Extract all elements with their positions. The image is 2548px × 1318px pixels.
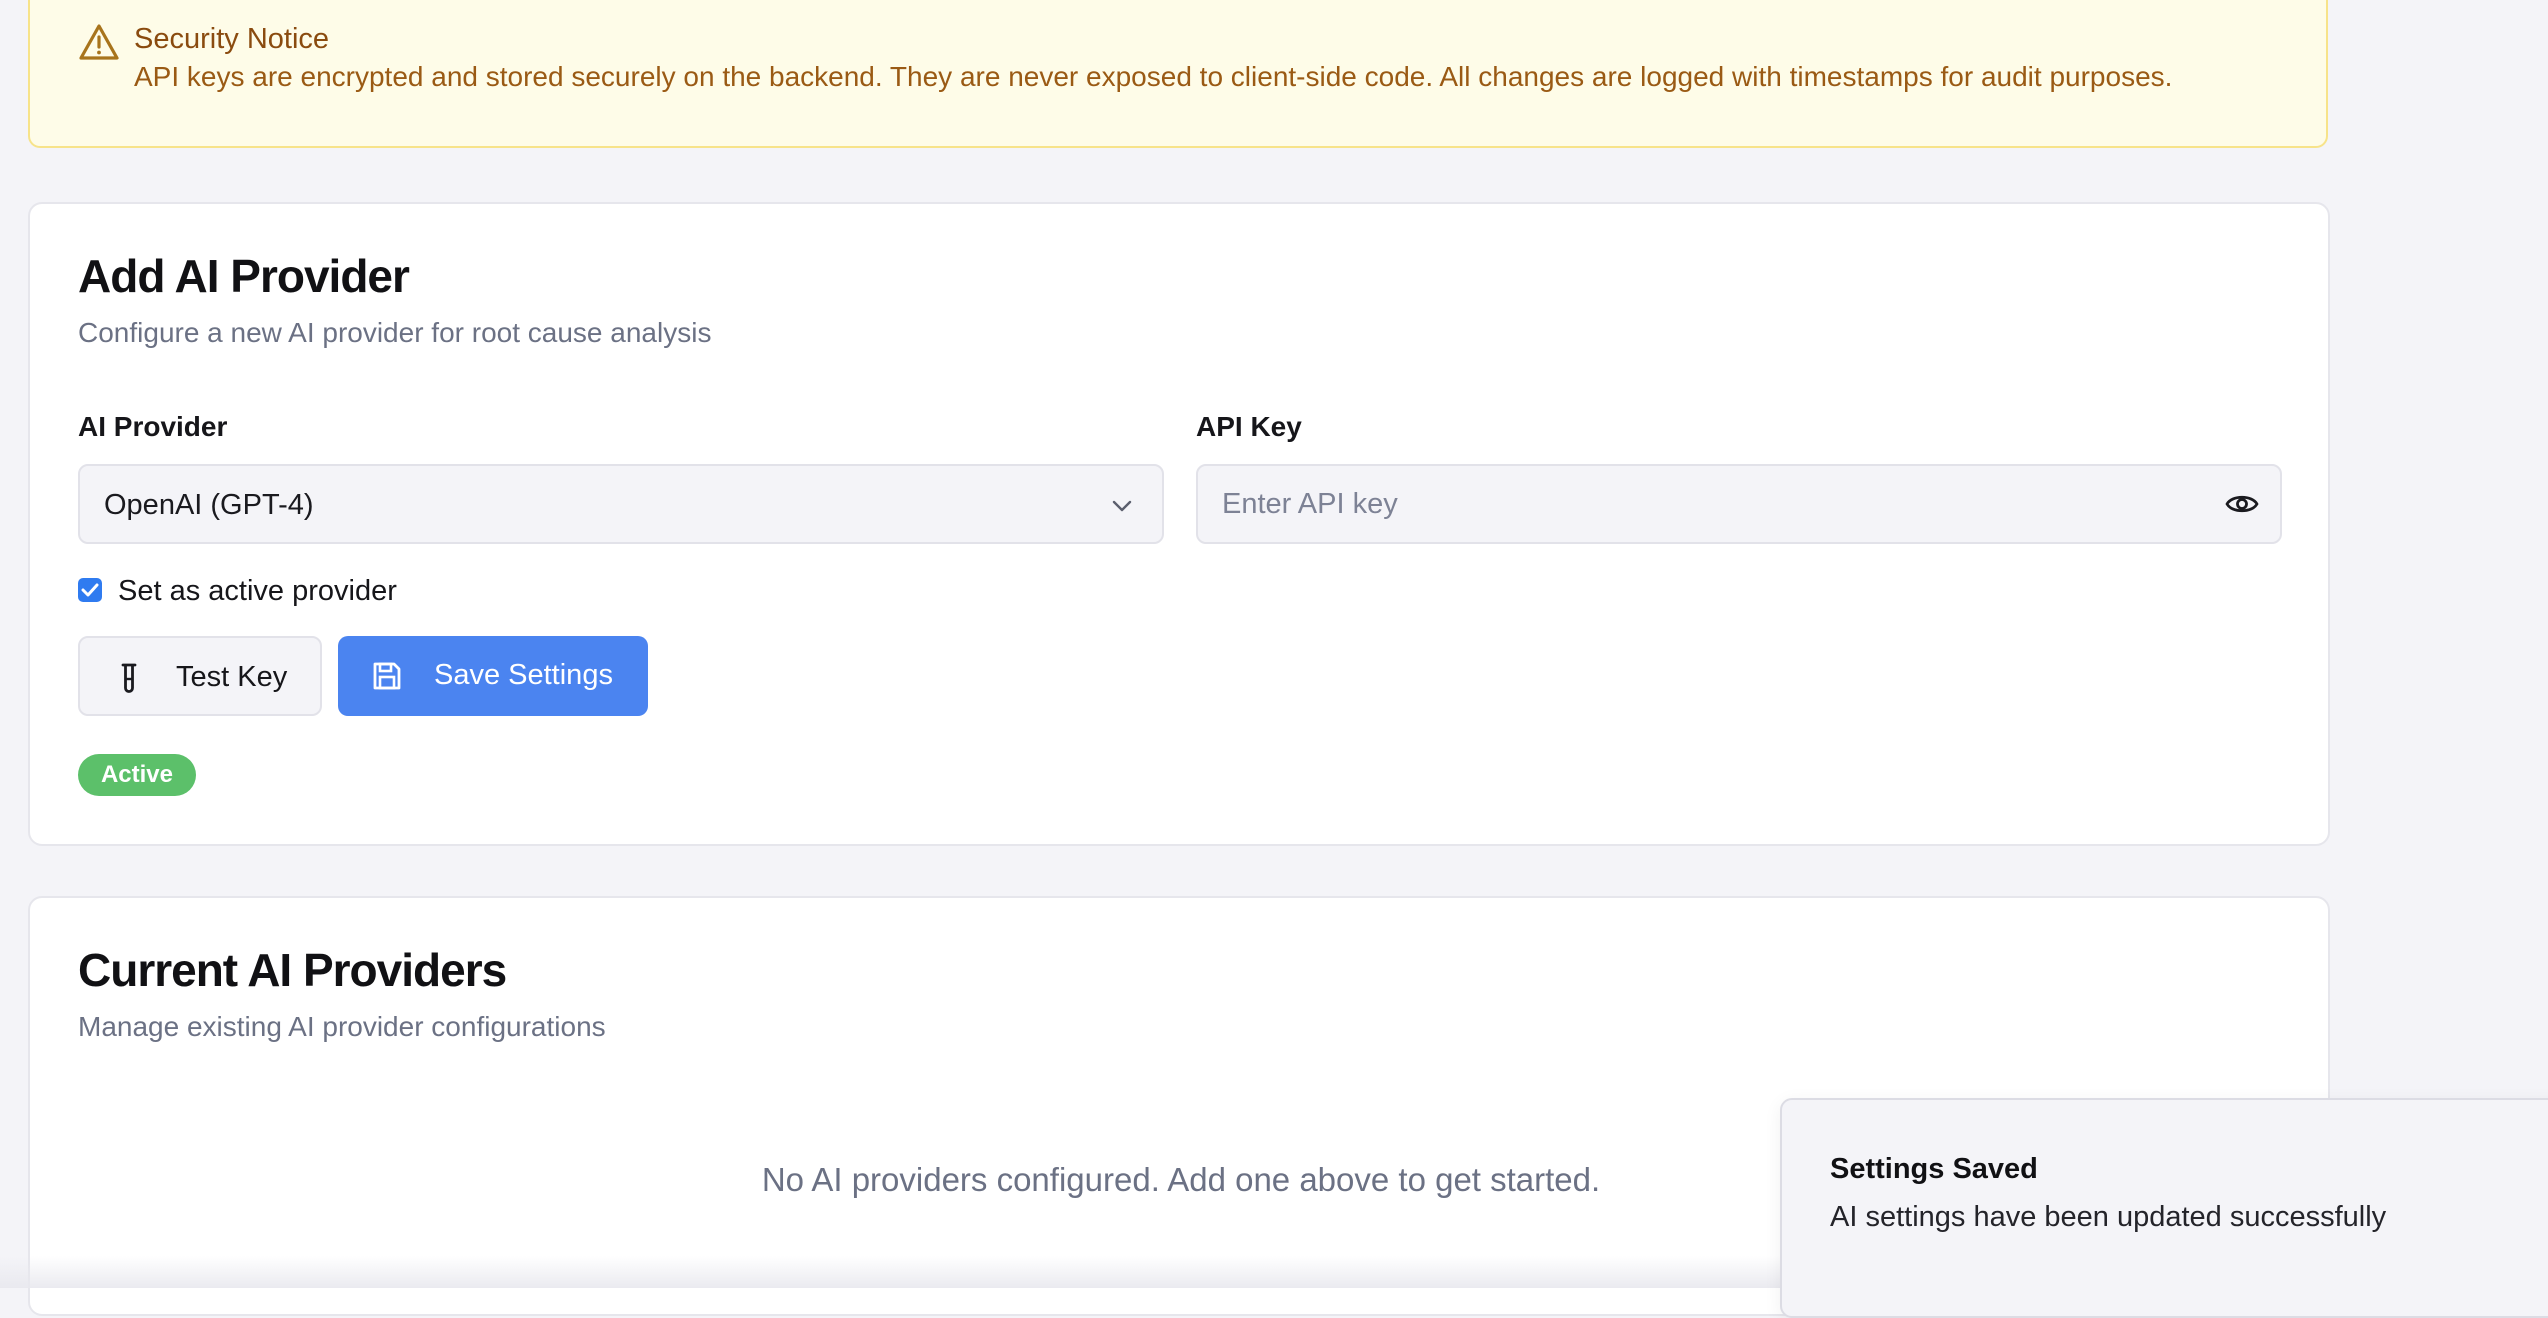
- status-badge: Active: [78, 754, 196, 796]
- api-key-label: API Key: [1196, 411, 1302, 442]
- bottom-shadow: [0, 1256, 1780, 1288]
- add-provider-subtitle: Configure a new AI provider for root cau…: [78, 317, 712, 348]
- api-key-field: [1196, 464, 2282, 544]
- add-provider-card: Add AI Provider Configure a new AI provi…: [28, 202, 2330, 846]
- save-settings-button-label: Save Settings: [434, 659, 613, 691]
- security-notice: Security Notice API keys are encrypted a…: [28, 0, 2328, 148]
- test-key-button[interactable]: Test Key: [78, 636, 322, 716]
- current-providers-title: Current AI Providers: [78, 944, 507, 996]
- ai-provider-select[interactable]: OpenAI (GPT-4): [78, 464, 1164, 544]
- add-provider-title: Add AI Provider: [78, 250, 410, 302]
- chevron-down-icon: [1108, 492, 1136, 520]
- ai-provider-label: AI Provider: [78, 411, 228, 442]
- warning-triangle-icon: [78, 22, 120, 62]
- test-tube-icon: [118, 662, 140, 704]
- eye-icon[interactable]: [2224, 488, 2260, 520]
- active-provider-label[interactable]: Set as active provider: [118, 574, 397, 608]
- active-provider-checkbox[interactable]: [78, 578, 102, 602]
- save-settings-button[interactable]: Save Settings: [338, 636, 648, 716]
- checkmark-icon: [81, 583, 99, 597]
- security-notice-text: API keys are encrypted and stored secure…: [134, 61, 2173, 92]
- toast-title: Settings Saved: [1830, 1153, 2038, 1185]
- test-key-button-label: Test Key: [176, 661, 288, 693]
- toast-message: AI settings have been updated successful…: [1830, 1201, 2387, 1233]
- save-icon: [370, 659, 404, 701]
- api-key-input[interactable]: [1200, 468, 2224, 540]
- current-providers-subtitle: Manage existing AI provider configuratio…: [78, 1011, 606, 1042]
- toast-notification[interactable]: Settings Saved AI settings have been upd…: [1780, 1098, 2548, 1318]
- ai-provider-selected-value: OpenAI (GPT-4): [104, 489, 314, 521]
- security-notice-title: Security Notice: [134, 23, 330, 55]
